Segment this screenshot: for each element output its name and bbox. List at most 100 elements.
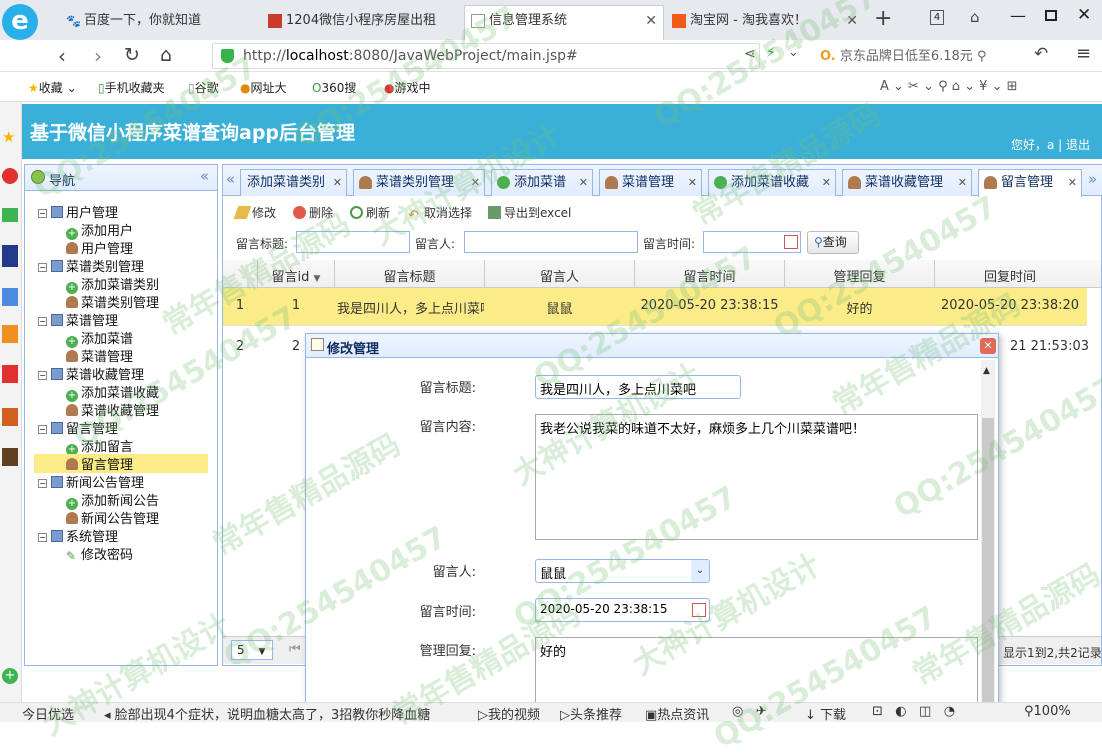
browser-tab-info-system[interactable]: 信息管理系统 ✕ (464, 5, 664, 40)
col-header-time[interactable]: 留言时间 (635, 266, 784, 285)
status-download[interactable]: ↓ 下载 (805, 704, 846, 723)
scroll-up-icon[interactable]: ▲ (983, 366, 990, 376)
col-header-id[interactable]: 留言id ▼ (258, 266, 334, 285)
forward-icon[interactable]: › (94, 44, 102, 68)
tree-folder-item[interactable]: − 菜谱管理 (38, 310, 118, 329)
close-window-button[interactable]: ✕ (1077, 5, 1091, 25)
tab-recipe-manage[interactable]: 菜谱管理 ✕ (599, 169, 702, 196)
page-size-select[interactable]: 5 ▼ (231, 640, 273, 660)
calendar-icon[interactable] (692, 603, 706, 617)
status-my-video[interactable]: ▷我的视频 (478, 704, 540, 723)
dialog-author-select[interactable]: 鼠鼠 ⌄ (535, 559, 710, 583)
maximize-button[interactable] (1045, 10, 1057, 21)
tree-folder-item[interactable]: − 用户管理 (38, 202, 118, 221)
tab-message-manage[interactable]: 留言管理 ✕ (978, 169, 1082, 197)
side-star-icon[interactable]: ★ (2, 128, 15, 146)
dialog-title-input[interactable]: 我是四川人，多上点川菜吧 (535, 375, 741, 399)
tab-add-favorite[interactable]: 添加菜谱收藏 ✕ (708, 169, 836, 196)
bookmark-google[interactable]: ▯谷歌 (188, 79, 219, 96)
status-toutiao[interactable]: ▷头条推荐 (560, 704, 622, 723)
tree-folder-item[interactable]: − 菜谱收藏管理 (38, 364, 144, 383)
close-tab-icon[interactable]: ✕ (579, 170, 588, 195)
tree-leaf-item[interactable]: + 添加用户 (66, 220, 133, 240)
tree-leaf-item[interactable]: 菜谱管理 (66, 346, 133, 365)
tree-leaf-item[interactable]: + 添加菜谱收藏 (66, 382, 159, 402)
col-header-title[interactable]: 留言标题 (335, 266, 484, 285)
side-game-icon[interactable] (2, 408, 18, 426)
status-hot-news[interactable]: ▣热点资讯 (645, 704, 709, 723)
close-tab-icon[interactable]: ✕ (333, 170, 342, 195)
dialog-reply-textarea[interactable]: 好的 (535, 637, 978, 707)
share-icon[interactable]: ⋖ (744, 46, 756, 62)
collapse-toggle-icon[interactable]: − (38, 263, 47, 272)
dialog-close-button[interactable]: ✕ (980, 338, 996, 354)
bookmark-games[interactable]: ●游戏中 (384, 79, 431, 96)
back-icon[interactable]: ‹ (58, 44, 66, 68)
first-page-icon[interactable]: ⏮ (289, 642, 301, 657)
status-extra-icons[interactable]: ⊡ ◐ ◫ ◔ (872, 704, 955, 719)
tree-leaf-item[interactable]: + 添加菜谱类别 (66, 274, 159, 294)
close-tab-icon[interactable]: ✕ (471, 170, 480, 195)
side-weibo-icon[interactable] (2, 168, 18, 184)
tree-leaf-item[interactable]: 留言管理 (34, 454, 208, 473)
tree-folder-item[interactable]: − 系统管理 (38, 526, 118, 545)
tree-folder-item[interactable]: − 菜谱类别管理 (38, 256, 144, 275)
tree-leaf-item[interactable]: ✎ 修改密码 (66, 544, 133, 563)
close-tab-icon[interactable]: ✕ (688, 170, 697, 195)
close-tab-icon[interactable]: ✕ (822, 170, 831, 195)
cell-author[interactable]: 鼠鼠 (485, 298, 634, 317)
minimize-button[interactable]: — (1010, 6, 1026, 25)
browser-tab-baidu[interactable]: 🐾 百度一下，你就知道 (60, 6, 260, 36)
tabs-scroll-right-icon[interactable]: » (1088, 170, 1097, 188)
status-news-ticker[interactable]: ◂ 脸部出现4个症状，说明血糖太高了，3招教你秒降血糖 (104, 704, 430, 723)
tree-leaf-item[interactable]: 新闻公告管理 (66, 508, 159, 527)
cell-reply-time[interactable]: 2020-05-20 23:38:20 (935, 298, 1085, 313)
welcome-logout[interactable]: 您好，a | 退出 (1011, 136, 1090, 153)
cell-reply[interactable]: 好的 (785, 298, 934, 317)
tree-leaf-item[interactable]: + 添加菜谱 (66, 328, 133, 348)
undo-icon[interactable]: ↶ (1034, 44, 1048, 64)
col-header-author[interactable]: 留言人 (485, 266, 634, 285)
cell-time[interactable]: 2020-05-20 23:38:15 (635, 298, 784, 313)
status-tool-icons[interactable]: ◎ ✈ (732, 704, 775, 719)
side-app-icon[interactable] (2, 245, 18, 267)
tree-folder-item[interactable]: − 新闻公告管理 (38, 472, 144, 491)
filter-author-input[interactable] (464, 231, 638, 253)
filter-time-input[interactable] (703, 231, 801, 253)
tab-count-badge[interactable]: 4 (930, 10, 944, 25)
close-tab-icon[interactable]: ✕ (958, 170, 967, 195)
side-app-icon[interactable] (2, 365, 18, 383)
close-tab-icon[interactable]: ✕ (1068, 170, 1077, 195)
menu-icon[interactable]: ≡ (1076, 43, 1091, 64)
close-tab-icon[interactable]: ✕ (846, 6, 858, 36)
dropdown-chevron-icon[interactable]: ⌄ (788, 45, 799, 60)
collapse-toggle-icon[interactable]: − (38, 317, 47, 326)
collapse-toggle-icon[interactable]: − (38, 479, 47, 488)
export-excel-button[interactable]: 导出到excel (488, 204, 571, 221)
query-button[interactable]: ⚲查询 (807, 231, 859, 254)
home-icon[interactable]: ⌂ (160, 44, 172, 66)
browser-tab-house-rent[interactable]: 1204微信小程序房屋出租 (262, 6, 462, 36)
search-box[interactable]: O. 京东品牌日低至6.18元 ⚲ (820, 45, 1010, 67)
edit-button[interactable]: 修改 (233, 204, 276, 221)
unselect-button[interactable]: ↶ 取消选择 (408, 204, 472, 223)
close-tab-icon[interactable]: ✕ (645, 6, 657, 36)
side-doc-icon[interactable] (2, 288, 18, 306)
status-zoom[interactable]: ⚲100% (1024, 704, 1071, 719)
dialog-time-input[interactable]: 2020-05-20 23:38:15 (535, 598, 710, 622)
tab-add-category[interactable]: 添加菜谱类别 ✕ (240, 169, 347, 196)
collapse-toggle-icon[interactable]: − (38, 209, 47, 218)
tab-favorite-manage[interactable]: 菜谱收藏管理 ✕ (842, 169, 972, 196)
dialog-content-textarea[interactable]: 我老公说我菜的味道不太好，麻烦多上几个川菜菜谱吧！ (535, 414, 978, 540)
browser-logo-icon[interactable]: e (2, 4, 38, 40)
cell-id[interactable]: 1 (258, 298, 334, 313)
tree-leaf-item[interactable]: + 添加留言 (66, 436, 133, 456)
refresh-button[interactable]: 刷新 (350, 204, 390, 221)
tree-leaf-item[interactable]: 菜谱收藏管理 (66, 400, 159, 419)
cell-title[interactable]: 我是四川人，多上点川菜吧 (335, 298, 484, 317)
bookmark-hao[interactable]: ●网址大 (240, 79, 287, 96)
tab-category-manage[interactable]: 菜谱类别管理 ✕ (353, 169, 485, 196)
tabs-scroll-left-icon[interactable]: « (226, 170, 235, 188)
tree-leaf-item[interactable]: 用户管理 (66, 238, 133, 257)
collapse-icon[interactable]: « (200, 167, 209, 185)
